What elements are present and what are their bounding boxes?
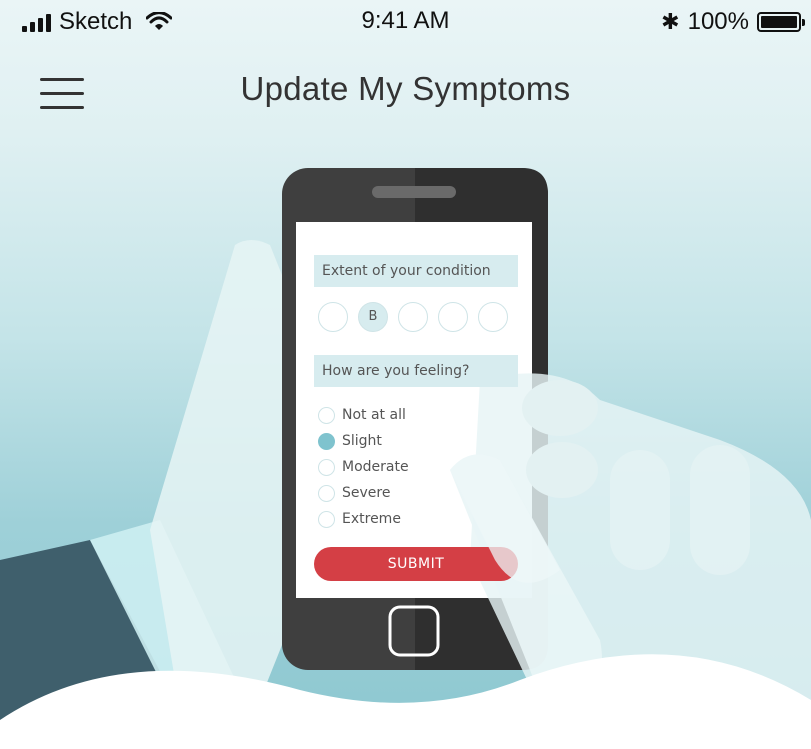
feeling-option[interactable]: Moderate — [318, 454, 409, 480]
page-title: Update My Symptoms — [240, 70, 571, 107]
finger-3 — [610, 450, 670, 570]
question-extent: Extent of your condition — [314, 255, 518, 287]
battery-icon — [757, 12, 805, 32]
feeling-option-label: Slight — [342, 433, 382, 449]
status-bar: Sketch 9:41 AM ✱ 100% — [0, 0, 811, 44]
phone-form: Extent of your condition B How are you f… — [300, 225, 530, 597]
finger-1 — [522, 380, 598, 436]
battery-percent: 100% — [687, 8, 749, 35]
left-hand — [150, 240, 300, 710]
feeling-option-label: Moderate — [342, 459, 409, 475]
bluetooth-icon: ✱ — [661, 9, 680, 35]
feeling-option[interactable]: Extreme — [318, 506, 409, 532]
radio-icon[interactable] — [318, 406, 335, 424]
scale-option[interactable] — [318, 302, 348, 332]
scale-option-selected[interactable]: B — [358, 302, 388, 332]
finger-4 — [690, 445, 750, 575]
phone-speaker — [372, 186, 456, 198]
question-feeling: How are you feeling? — [314, 355, 518, 387]
radio-icon[interactable] — [318, 484, 335, 502]
feeling-option-label: Severe — [342, 485, 391, 501]
feeling-option-label: Not at all — [342, 407, 406, 423]
finger-2 — [526, 442, 598, 498]
radio-icon[interactable] — [318, 510, 335, 528]
radio-selected-icon[interactable] — [318, 432, 335, 450]
scale-option[interactable] — [398, 302, 428, 332]
scale-option[interactable] — [438, 302, 468, 332]
feeling-option-label: Extreme — [342, 511, 401, 527]
submit-button[interactable]: SUBMIT — [314, 547, 518, 581]
status-right: ✱ 100% — [661, 8, 805, 36]
scale-options: B — [318, 302, 508, 332]
scale-option[interactable] — [478, 302, 508, 332]
nav-bar: Update My Symptoms — [0, 58, 811, 124]
radio-icon[interactable] — [318, 458, 335, 476]
feeling-options: Not at all Slight Moderate Severe Extrem… — [318, 402, 409, 532]
feeling-option[interactable]: Severe — [318, 480, 409, 506]
feeling-option[interactable]: Not at all — [318, 402, 409, 428]
feeling-option-selected[interactable]: Slight — [318, 428, 409, 454]
